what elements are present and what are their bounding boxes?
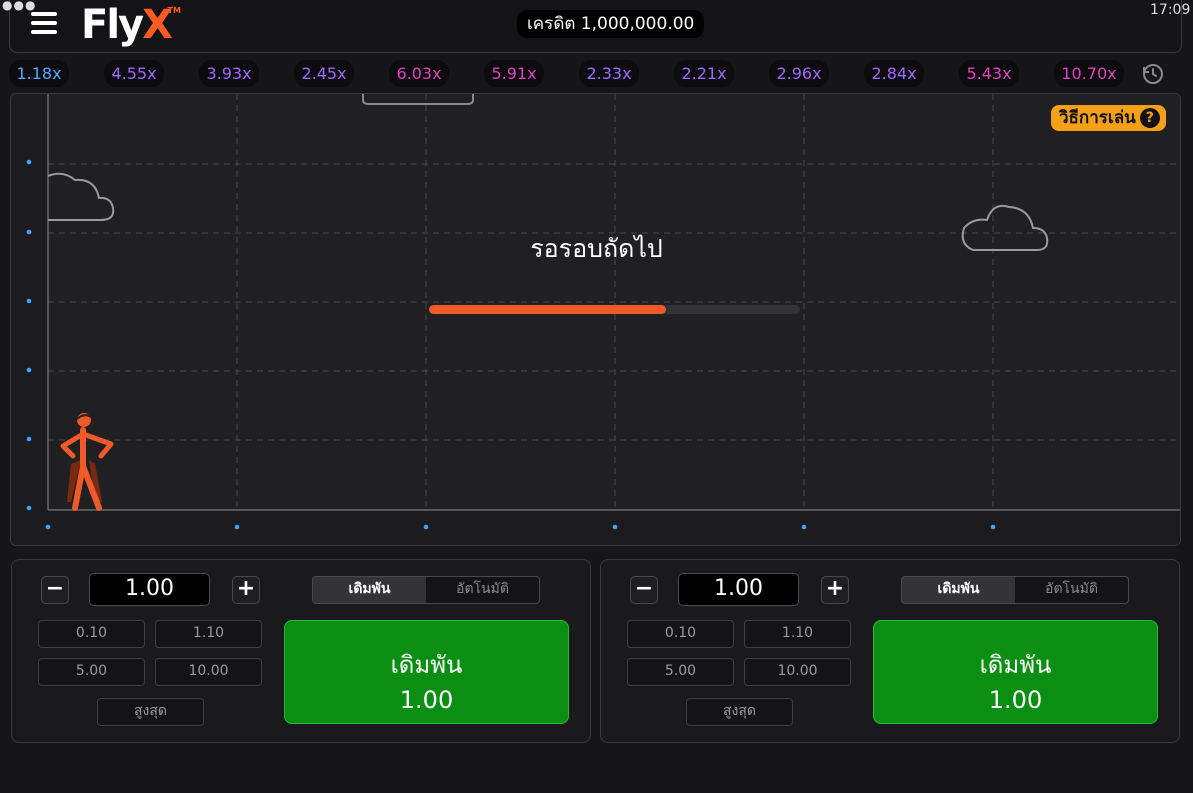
- quick-amount-chip[interactable]: 1.10: [155, 620, 262, 648]
- bet-panel-2: − 1.00 + 0.10 1.10 5.00 10.00 สูงสุด เดิ…: [600, 559, 1180, 743]
- history-item[interactable]: 2.45x: [294, 60, 354, 87]
- menu-icon[interactable]: [31, 12, 57, 34]
- history-item[interactable]: 2.21x: [674, 60, 734, 87]
- history-item[interactable]: 10.70x: [1054, 60, 1124, 87]
- place-bet-button[interactable]: เดิมพัน 1.00: [873, 620, 1158, 724]
- place-bet-label: เดิมพัน: [979, 651, 1052, 679]
- history-item[interactable]: 2.33x: [579, 60, 639, 87]
- max-bet-button[interactable]: สูงสุด: [686, 698, 793, 726]
- place-bet-button[interactable]: เดิมพัน 1.00: [284, 620, 569, 724]
- quick-amount-chip[interactable]: 0.10: [627, 620, 734, 648]
- history-item[interactable]: 3.93x: [199, 60, 259, 87]
- place-bet-label: เดิมพัน: [390, 651, 463, 679]
- quick-amount-chip[interactable]: 10.00: [155, 658, 262, 686]
- bet-mode-toggle: เดิมพัน อัตโนมัติ: [312, 576, 540, 604]
- more-dots-icon: ●●●: [2, 0, 37, 12]
- bet-mode-toggle: เดิมพัน อัตโนมัติ: [901, 576, 1129, 604]
- how-to-play-label: วิธีการเล่น: [1059, 108, 1136, 128]
- quick-amount-chip[interactable]: 5.00: [627, 658, 734, 686]
- tab-bet[interactable]: เดิมพัน: [313, 577, 426, 603]
- history-item[interactable]: 5.91x: [484, 60, 544, 87]
- how-to-play-button[interactable]: วิธีการเล่น ?: [1051, 105, 1166, 131]
- help-icon: ?: [1139, 108, 1160, 128]
- game-screen: FlyX TM เครดิต 1,000,000.00 ●●● 17:09 1.…: [0, 0, 1193, 793]
- history-item[interactable]: 6.03x: [389, 60, 449, 87]
- bet-amount-input[interactable]: 1.00: [89, 573, 210, 606]
- tab-bet[interactable]: เดิมพัน: [902, 577, 1015, 603]
- status-clock: 17:09: [1150, 2, 1191, 18]
- multiplier-history: 1.18x 4.55x 3.93x 2.45x 6.03x 5.91x 2.33…: [9, 60, 1149, 88]
- flyx-logo: FlyX TM: [81, 2, 181, 48]
- quick-amount-chip[interactable]: 10.00: [744, 658, 851, 686]
- history-item[interactable]: 1.18x: [9, 60, 69, 87]
- decrease-bet-button[interactable]: −: [630, 576, 658, 604]
- increase-bet-button[interactable]: +: [821, 576, 849, 604]
- history-item[interactable]: 2.96x: [769, 60, 829, 87]
- countdown-progress-bar: [429, 305, 800, 314]
- countdown-progress-fill: [429, 305, 667, 314]
- place-bet-amount: 1.00: [399, 686, 454, 714]
- quick-amount-chip[interactable]: 5.00: [38, 658, 145, 686]
- bet-panel-1: − 1.00 + 0.10 1.10 5.00 10.00 สูงสุด เดิ…: [11, 559, 591, 743]
- round-status-text: รอรอบถัดไป: [530, 234, 663, 263]
- increase-bet-button[interactable]: +: [232, 576, 260, 604]
- bet-amount-input[interactable]: 1.00: [678, 573, 799, 606]
- history-item[interactable]: 4.55x: [104, 60, 164, 87]
- max-bet-button[interactable]: สูงสุด: [97, 698, 204, 726]
- quick-amount-chip[interactable]: 1.10: [744, 620, 851, 648]
- game-area: วิธีการเล่น ? รอรอบถัดไป: [10, 93, 1181, 546]
- top-bar: FlyX TM เครดิต 1,000,000.00: [9, 0, 1182, 53]
- tab-auto[interactable]: อัตโนมัติ: [426, 577, 539, 603]
- decrease-bet-button[interactable]: −: [41, 576, 69, 604]
- place-bet-amount: 1.00: [988, 686, 1043, 714]
- game-grid: [11, 94, 1180, 545]
- quick-amount-chip[interactable]: 0.10: [38, 620, 145, 648]
- history-item[interactable]: 2.84x: [864, 60, 924, 87]
- credit-balance: เครดิต 1,000,000.00: [517, 10, 705, 38]
- history-item[interactable]: 5.43x: [959, 60, 1019, 87]
- history-icon[interactable]: [1141, 62, 1165, 86]
- tab-auto[interactable]: อัตโนมัติ: [1015, 577, 1128, 603]
